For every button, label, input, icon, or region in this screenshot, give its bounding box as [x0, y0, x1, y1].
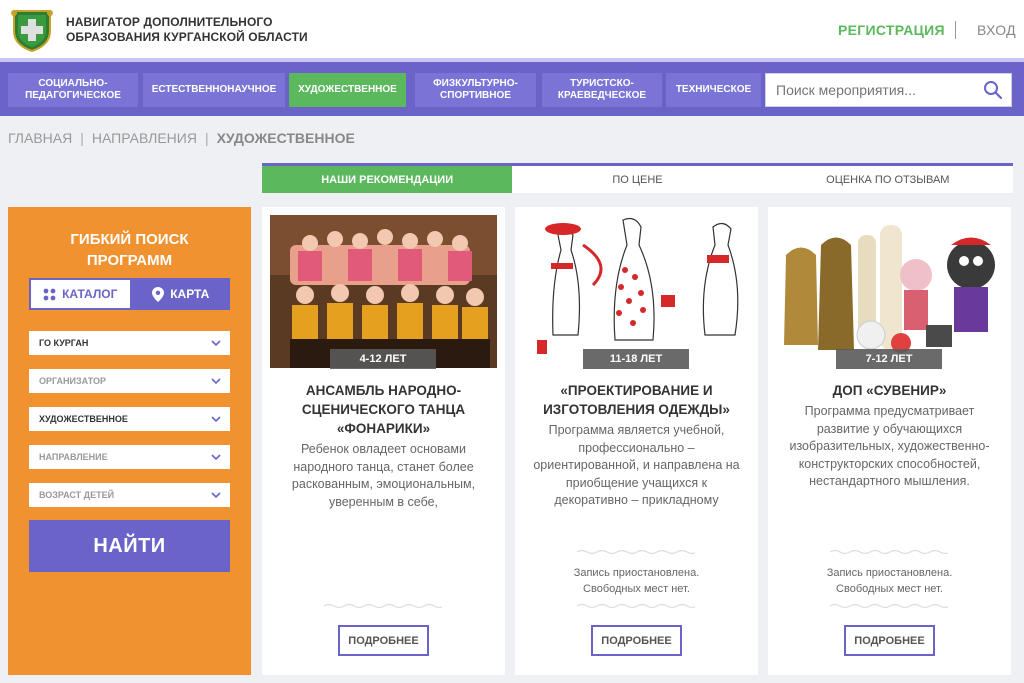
tab-by-price[interactable]: ПО ЦЕНЕ [512, 166, 762, 193]
nav-item-technical[interactable]: ТЕХНИЧЕСКОЕ [666, 73, 761, 107]
tab-recommendations[interactable]: НАШИ РЕКОМЕНДАЦИИ [262, 166, 513, 193]
nav-item-social-pedagogical[interactable]: СОЦИАЛЬНО- ПЕДАГОГИЧЕСКОЕ [8, 73, 138, 107]
program-description: Ребенок овладеет основами народного танц… [291, 442, 476, 509]
focus-select[interactable]: ХУДОЖЕСТВЕННОЕ [29, 407, 230, 431]
grid-icon [43, 288, 56, 300]
nav-item-tourism[interactable]: ТУРИСТСКО- КРАЕВЕДЧЕСКОЕ [542, 73, 662, 107]
more-details-button[interactable]: ПОДРОБНЕЕ [844, 625, 935, 656]
login-link[interactable]: ВХОД [977, 22, 1016, 38]
find-button[interactable]: НАЙТИ [29, 520, 230, 572]
search-input[interactable] [766, 74, 976, 106]
direction-nav: СОЦИАЛЬНО- ПЕДАГОГИЧЕСКОЕ ЕСТЕСТВЕННОНАУ… [0, 58, 1024, 116]
header-divider [955, 21, 956, 39]
chevron-down-icon [211, 340, 221, 347]
breadcrumb-home[interactable]: ГЛАВНАЯ [8, 130, 72, 146]
age-badge: 4-12 ЛЕТ [330, 349, 436, 369]
direction-select[interactable]: НАПРАВЛЕНИЕ [29, 445, 230, 469]
direction-select-value: НАПРАВЛЕНИЕ [39, 452, 108, 462]
enrollment-status: Запись приостановлена. Свободных мест не… [573, 567, 700, 595]
program-description: Программа является учебной, профессионал… [533, 423, 740, 508]
nav-item-sports[interactable]: ФИЗКУЛЬТУРНО- СПОРТИВНОЕ [415, 73, 536, 107]
program-title[interactable]: ДОП «СУВЕНИР» [778, 381, 1001, 400]
search-icon[interactable] [983, 80, 1003, 100]
view-mode-toggle: КАТАЛОГ КАРТА [29, 278, 230, 310]
more-details-button[interactable]: ПОДРОБНЕЕ [338, 625, 429, 656]
wave-divider [830, 549, 948, 555]
catalog-button[interactable]: КАТАЛОГ [29, 278, 132, 310]
nav-item-natural-science[interactable]: ЕСТЕСТВЕННОНАУЧНОЕ [143, 73, 285, 107]
catalog-label: КАТАЛОГ [62, 287, 118, 301]
site-header: НАВИГАТОР ДОПОЛНИТЕЛЬНОГО ОБРАЗОВАНИЯ КУ… [0, 0, 1024, 58]
breadcrumb-separator: | [204, 130, 209, 146]
program-photo-souvenirs[interactable] [776, 215, 1003, 368]
map-pin-icon [152, 286, 165, 302]
breadcrumb-current: ХУДОЖЕСТВЕННОЕ [216, 130, 355, 146]
chevron-down-icon [211, 454, 221, 461]
chevron-down-icon [211, 416, 221, 423]
program-title[interactable]: «ПРОЕКТИРОВАНИЕ И ИЗГОТОВЛЕНИЯ ОДЕЖДЫ» [525, 381, 748, 419]
organizer-select-value: ОРГАНИЗАТОР [39, 376, 106, 386]
child-age-select[interactable]: ВОЗРАСТ ДЕТЕЙ [29, 483, 230, 507]
more-details-button[interactable]: ПОДРОБНЕЕ [591, 625, 682, 656]
child-age-select-value: ВОЗРАСТ ДЕТЕЙ [39, 490, 115, 500]
program-card: 4-12 ЛЕТ АНСАМБЛЬ НАРОДНО- СЦЕНИЧЕСКОГО … [262, 207, 505, 675]
coat-of-arms-logo[interactable] [8, 5, 56, 53]
enrollment-status: Запись приостановлена. Свободных мест не… [826, 567, 953, 595]
map-label: КАРТА [170, 287, 210, 301]
wave-divider [577, 603, 695, 609]
program-photo-fashion-sketch[interactable] [523, 215, 750, 368]
age-badge: 7-12 ЛЕТ [836, 349, 942, 369]
chevron-down-icon [211, 378, 221, 385]
nav-item-artistic[interactable]: ХУДОЖЕСТВЕННОЕ [289, 73, 406, 107]
age-badge: 11-18 ЛЕТ [583, 349, 689, 369]
map-button[interactable]: КАРТА [131, 278, 230, 310]
flexible-search-panel: ГИБКИЙ ПОИСК ПРОГРАММ КАТАЛОГ КАРТА ГО К… [8, 207, 251, 675]
program-description: Программа предусматривает развитие у обу… [789, 404, 990, 489]
program-card: 11-18 ЛЕТ «ПРОЕКТИРОВАНИЕ И ИЗГОТОВЛЕНИЯ… [515, 207, 758, 675]
focus-select-value: ХУДОЖЕСТВЕННОЕ [39, 414, 128, 424]
city-select[interactable]: ГО КУРГАН [29, 331, 230, 355]
breadcrumb-separator: | [80, 130, 84, 146]
tab-by-rating[interactable]: ОЦЕНКА ПО ОТЗЫВАМ [763, 166, 1013, 193]
filter-title: ГИБКИЙ ПОИСК ПРОГРАММ [70, 231, 189, 269]
register-link[interactable]: РЕГИСТРАЦИЯ [838, 22, 945, 38]
wave-divider [830, 603, 948, 609]
program-card: 7-12 ЛЕТ ДОП «СУВЕНИР» Программа предусм… [768, 207, 1011, 675]
breadcrumb: ГЛАВНАЯ | НАПРАВЛЕНИЯ | ХУДОЖЕСТВЕННОЕ [8, 130, 355, 146]
breadcrumb-directions[interactable]: НАПРАВЛЕНИЯ [92, 130, 197, 146]
chevron-down-icon [211, 492, 221, 499]
organizer-select[interactable]: ОРГАНИЗАТОР [29, 369, 230, 393]
program-photo-dance-ensemble[interactable] [270, 215, 497, 368]
site-title[interactable]: НАВИГАТОР ДОПОЛНИТЕЛЬНОГО ОБРАЗОВАНИЯ КУ… [66, 15, 308, 45]
wave-divider [577, 549, 695, 555]
search-box [765, 73, 1012, 107]
sort-tabs: НАШИ РЕКОМЕНДАЦИИ ПО ЦЕНЕ ОЦЕНКА ПО ОТЗЫ… [262, 163, 1013, 193]
program-title[interactable]: АНСАМБЛЬ НАРОДНО- СЦЕНИЧЕСКОГО ТАНЦА «ФО… [272, 381, 495, 438]
city-select-value: ГО КУРГАН [39, 338, 89, 348]
wave-divider [324, 603, 442, 609]
